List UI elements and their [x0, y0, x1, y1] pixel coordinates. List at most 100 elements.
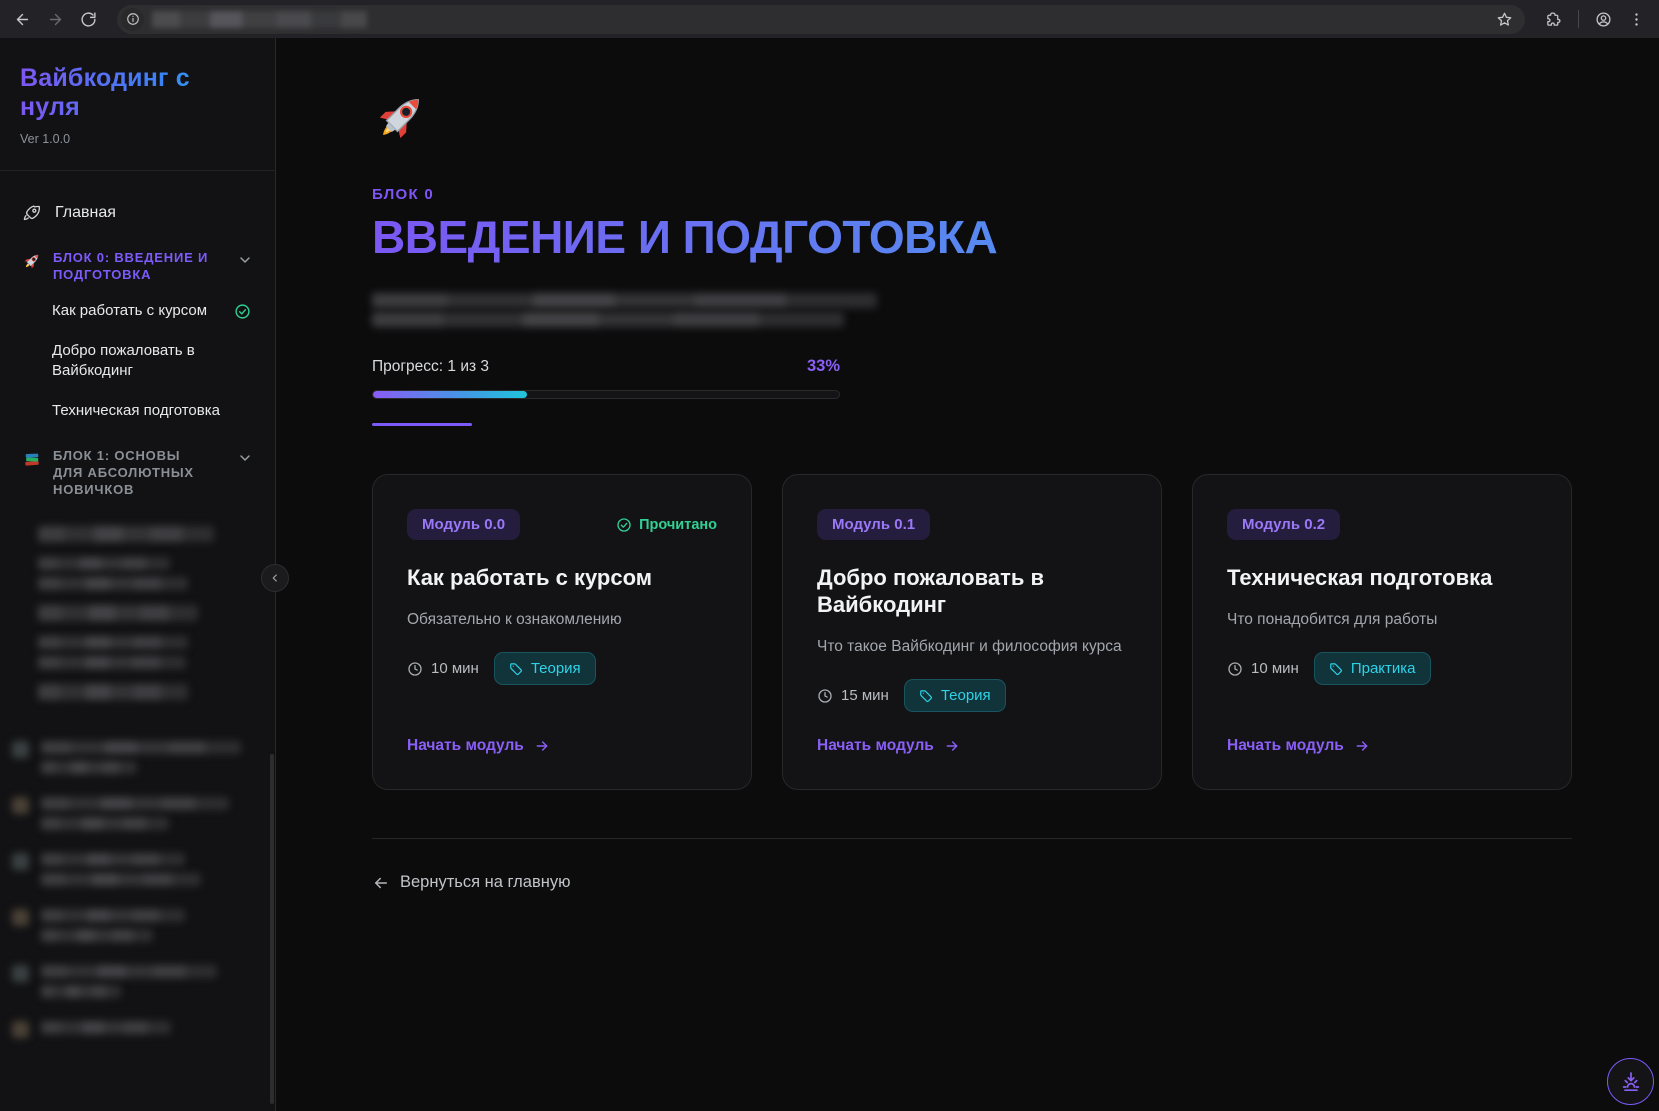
accent-underline: [372, 423, 472, 426]
tag-label: Практика: [1350, 660, 1416, 677]
duration: 15 мин: [817, 687, 889, 704]
floating-action-button[interactable]: [1607, 1058, 1654, 1105]
redacted-text: [38, 577, 188, 590]
module-card-0-0[interactable]: Модуль 0.0 Прочитано Как работать с курс…: [372, 474, 752, 790]
clock-icon: [1228, 661, 1242, 676]
rocket-outline-icon: [23, 205, 40, 221]
page-title: ВВЕДЕНИЕ И ПОДГОТОВКА: [372, 211, 998, 263]
redacted-emoji: [12, 965, 29, 982]
extensions-icon[interactable]: [1545, 11, 1562, 28]
site-info-icon[interactable]: [121, 7, 144, 31]
redacted-emoji: [12, 1021, 29, 1038]
menu-kebab-icon[interactable]: [1628, 11, 1645, 28]
sidebar-section-block1[interactable]: БЛОК 1: ОСНОВЫ ДЛЯ АБСОЛЮТНЫХ НОВИЧКОВ: [14, 431, 261, 506]
address-bar[interactable]: [117, 4, 1525, 34]
redacted-text: [38, 526, 214, 542]
start-module-link[interactable]: Начать модуль: [1227, 737, 1537, 755]
sidebar: Вайбкодинг с нуля Ver 1.0.0 Главная БЛОК…: [0, 38, 289, 1111]
redacted-gap: [38, 715, 255, 741]
type-tag: Практика: [1313, 652, 1431, 685]
tag-label: Теория: [530, 660, 581, 677]
sidebar-section-block0[interactable]: БЛОК 0: ВВЕДЕНИЕ И ПОДГОТОВКА: [14, 233, 261, 291]
sidebar-item-label: Как работать с курсом: [52, 302, 208, 319]
redacted-text: [38, 684, 188, 700]
sidebar-header: Вайбкодинг с нуля Ver 1.0.0: [0, 38, 275, 171]
read-status-badge: Прочитано: [616, 517, 717, 533]
sidebar-section-label: БЛОК 1: ОСНОВЫ ДЛЯ АБСОЛЮТНЫХ НОВИЧКОВ: [53, 448, 194, 497]
card-title: Техническая подготовка: [1227, 565, 1493, 590]
check-circle-icon: [235, 303, 250, 319]
arrow-left-icon: [375, 877, 387, 888]
start-module-link[interactable]: Начать модуль: [407, 737, 717, 755]
redacted-text: [38, 605, 198, 621]
redacted-text: [372, 312, 844, 327]
chevron-left-icon: [272, 574, 277, 582]
card-title: Как работать с курсом: [407, 565, 653, 590]
landing-download-icon: [1622, 1071, 1639, 1091]
arrow-right-icon: [536, 741, 548, 751]
redacted-emoji: [12, 797, 29, 814]
card-description: Что такое Вайбкодинг и философия курса: [817, 638, 1122, 655]
forward-icon[interactable]: [47, 11, 64, 28]
duration-label: 15 мин: [841, 687, 889, 704]
sidebar-item-module-0-1[interactable]: Добро пожаловать в Вайбкодинг: [14, 331, 261, 391]
progress-section: Прогресс: 1 из 3 33%: [372, 357, 840, 426]
start-module-label: Начать модуль: [1227, 737, 1344, 754]
arrow-right-icon: [946, 741, 958, 751]
module-cards: Модуль 0.0 Прочитано Как работать с курс…: [372, 474, 1659, 790]
sidebar-scrollbar[interactable]: [270, 754, 274, 1104]
bookmark-star-icon[interactable]: [1496, 11, 1513, 28]
refresh-icon[interactable]: [80, 11, 97, 28]
progress-percent: 33%: [806, 357, 840, 375]
progress-bar: [372, 390, 840, 399]
type-tag: Теория: [493, 652, 596, 685]
duration-label: 10 мин: [431, 660, 479, 677]
tag-icon: [919, 689, 932, 702]
browser-toolbar: [0, 0, 1659, 38]
sidebar-collapse-button[interactable]: [261, 564, 289, 592]
footer-divider: [372, 838, 1572, 839]
module-badge: Модуль 0.1: [817, 509, 931, 540]
read-status-label: Прочитано: [639, 516, 717, 533]
module-card-0-1[interactable]: Модуль 0.1 Добро пожаловать в Вайбкодинг…: [782, 474, 1162, 790]
back-icon[interactable]: [14, 11, 31, 28]
back-to-home-label: Вернуться на главную: [400, 873, 571, 891]
sidebar-item-home[interactable]: Главная: [14, 193, 261, 233]
books-emoji-icon: [25, 453, 39, 466]
profile-icon[interactable]: [1595, 11, 1612, 28]
start-module-label: Начать модуль: [407, 737, 524, 754]
check-circle-icon: [617, 517, 631, 532]
redacted-section: [12, 909, 255, 949]
duration: 10 мин: [1227, 660, 1299, 677]
back-to-home-link[interactable]: Вернуться на главную: [372, 873, 570, 892]
tag-icon: [1329, 662, 1342, 675]
start-module-label: Начать модуль: [817, 737, 934, 754]
redacted-text: [38, 636, 188, 649]
app-version: Ver 1.0.0: [20, 132, 71, 146]
redacted-section: [12, 741, 255, 781]
module-card-0-2[interactable]: Модуль 0.2 Техническая подготовка Что по…: [1192, 474, 1572, 790]
sidebar-section-label: БЛОК 0: ВВЕДЕНИЕ И ПОДГОТОВКА: [53, 250, 209, 282]
type-tag: Теория: [903, 679, 1006, 712]
clock-icon: [408, 661, 422, 676]
redacted-emoji: [12, 853, 29, 870]
redacted-section: [12, 797, 255, 837]
redacted-sidebar-items: [0, 506, 275, 1041]
duration: 10 мин: [407, 660, 479, 677]
redacted-section: [12, 853, 255, 893]
tag-label: Теория: [940, 687, 991, 704]
sidebar-item-module-0-2[interactable]: Техническая подготовка: [14, 391, 261, 431]
sidebar-item-module-0-0[interactable]: Как работать с курсом: [14, 291, 261, 331]
module-badge: Модуль 0.0: [407, 509, 521, 540]
redacted-text: [38, 557, 170, 570]
progress-label: Прогресс: 1 из 3: [372, 357, 490, 375]
start-module-link[interactable]: Начать модуль: [817, 737, 1127, 755]
redacted-section: [12, 1021, 255, 1041]
app-shell: Вайбкодинг с нуля Ver 1.0.0 Главная БЛОК…: [0, 38, 1659, 1111]
duration-label: 10 мин: [1251, 660, 1299, 677]
rocket-hero-icon: [379, 99, 419, 139]
toolbar-divider: [1578, 10, 1579, 28]
block-label: БЛОК 0: [372, 186, 435, 203]
redacted-subtitle: [372, 293, 877, 327]
chevron-down-icon: [240, 455, 250, 461]
